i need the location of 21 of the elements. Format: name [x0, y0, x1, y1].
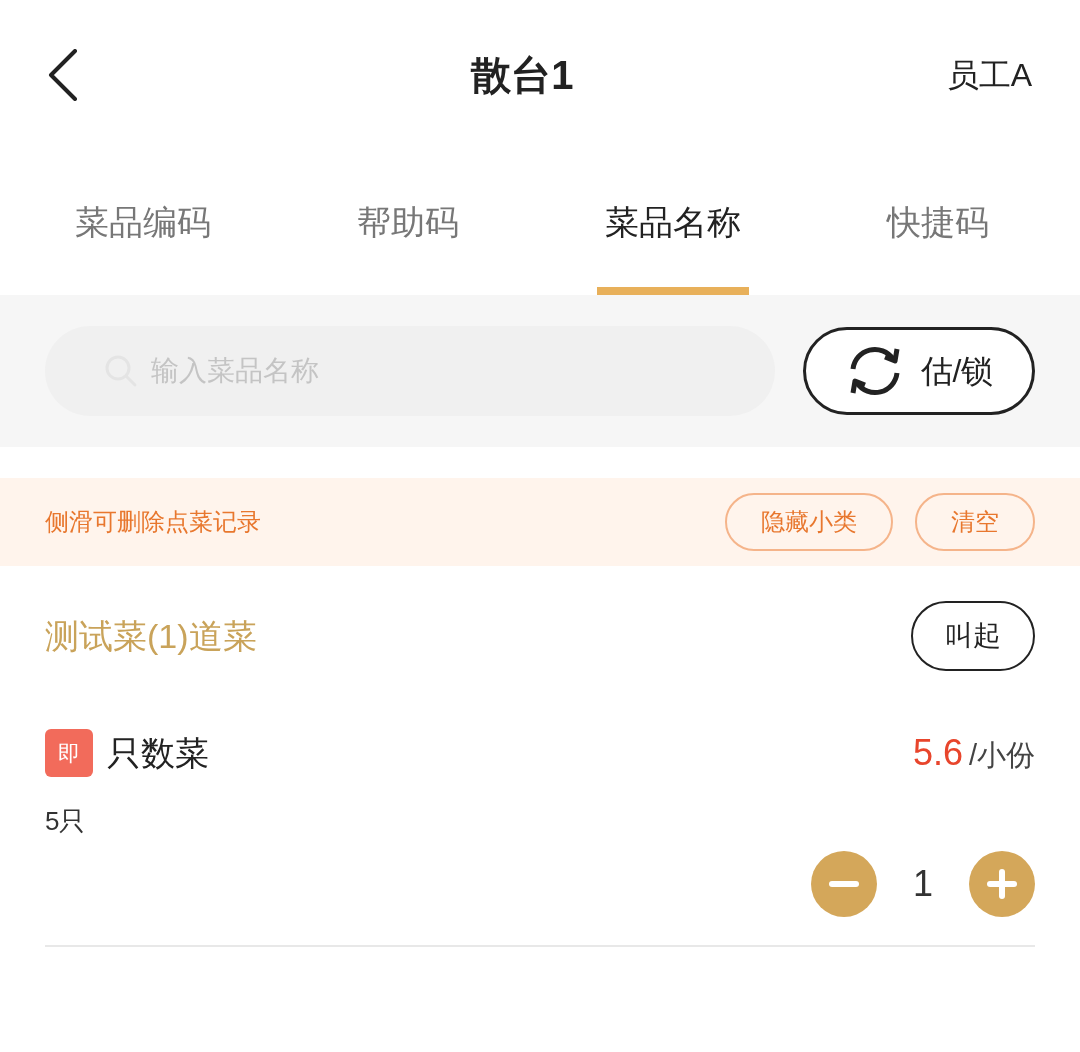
dish-name: 只数菜: [107, 732, 209, 774]
quantity: 1: [912, 862, 933, 906]
plus-icon: [987, 869, 1017, 899]
lock-button[interactable]: 估/锁: [803, 327, 1035, 415]
tab[interactable]: 菜品名称: [540, 150, 805, 295]
minus-icon: [828, 881, 859, 887]
dish-badge: 即: [45, 729, 93, 777]
staff-name: 员工A: [946, 56, 1032, 95]
back-icon: [48, 49, 78, 101]
tab[interactable]: 帮助码: [275, 150, 540, 295]
category-title: 测试菜(1)道菜: [45, 615, 257, 657]
dish-price: 5.6: [912, 731, 963, 775]
notice-button[interactable]: 清空: [915, 493, 1035, 551]
dish-unit: /小份: [968, 738, 1035, 773]
tab[interactable]: 菜品编码: [10, 150, 275, 295]
notice-text: 侧滑可删除点菜记录: [45, 507, 262, 537]
dish-spec: 5只: [45, 805, 86, 838]
notice-button[interactable]: 隐藏小类: [725, 493, 893, 551]
call-button[interactable]: 叫起: [911, 601, 1035, 671]
page-title: 散台1: [471, 52, 574, 99]
tab[interactable]: 快捷码: [805, 150, 1070, 295]
